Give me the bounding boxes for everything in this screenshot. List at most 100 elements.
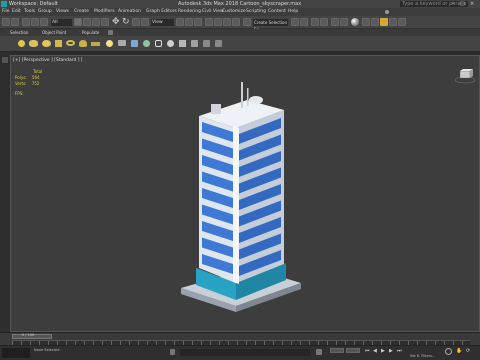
- select-by-name-icon[interactable]: [83, 18, 91, 26]
- selection-filter-dropdown[interactable]: All: [51, 19, 72, 26]
- keyboard-shortcut-icon[interactable]: [194, 18, 202, 26]
- user-account-icon[interactable]: [385, 10, 389, 14]
- menu-item[interactable]: Customize: [222, 8, 246, 16]
- material-editor-icon[interactable]: [351, 18, 359, 26]
- zoom-icon[interactable]: [445, 348, 452, 355]
- window-crossing-icon[interactable]: [101, 18, 109, 26]
- shelf-extra-icon[interactable]: [215, 40, 222, 47]
- edit-named-selection-icon[interactable]: [243, 18, 251, 26]
- curve-editor-icon[interactable]: [331, 18, 339, 26]
- undo-icon[interactable]: [2, 18, 10, 26]
- unlink-icon[interactable]: [31, 18, 39, 26]
- named-selection-dropdown[interactable]: Create Selection Se: [253, 19, 288, 32]
- rendered-frame-window-icon[interactable]: [371, 18, 379, 26]
- ribbon-tab-selection[interactable]: Selection: [10, 29, 28, 36]
- spinner-snap-icon[interactable]: [232, 18, 240, 26]
- menu-item[interactable]: Help: [288, 8, 298, 16]
- light-icon[interactable]: [106, 40, 113, 47]
- ribbon-options-icon[interactable]: [108, 30, 113, 35]
- scale-icon[interactable]: [132, 18, 140, 26]
- key-filters[interactable]: Set K. Filters...: [410, 354, 435, 358]
- sphere-icon[interactable]: [18, 40, 25, 47]
- cylinder-icon[interactable]: [29, 40, 38, 47]
- set-key-button[interactable]: [346, 348, 360, 353]
- maximize-button[interactable]: □: [460, 0, 465, 8]
- search-field[interactable]: Type a keyword or phrase: [400, 1, 469, 7]
- shape-icon[interactable]: [155, 40, 162, 47]
- viewcube-icon[interactable]: [454, 68, 476, 84]
- stats-fps-label: FPS:: [15, 91, 24, 96]
- system-icon[interactable]: [191, 40, 198, 47]
- pivot-center-icon[interactable]: [176, 18, 184, 26]
- redo-icon[interactable]: [11, 18, 19, 26]
- menu-item[interactable]: Rendering: [178, 8, 201, 16]
- menu-item[interactable]: Graph Editors: [146, 8, 177, 16]
- go-to-start-icon[interactable]: ⏮: [365, 348, 370, 354]
- spacewarp-icon[interactable]: [143, 40, 150, 47]
- placement-icon[interactable]: [141, 18, 149, 26]
- auto-key-button[interactable]: [330, 348, 344, 353]
- particle-icon[interactable]: [167, 40, 174, 47]
- play-icon[interactable]: ▶: [381, 348, 385, 354]
- angle-snap-icon[interactable]: [214, 18, 222, 26]
- menu-item[interactable]: Modifiers: [94, 8, 115, 16]
- shelf-toolbar: [0, 36, 480, 52]
- menu-item[interactable]: Scripting: [246, 8, 266, 16]
- workspace-dropdown[interactable]: Workspace: Default: [9, 0, 58, 8]
- lock-selection-icon[interactable]: [170, 349, 175, 355]
- skyscraper-model[interactable]: [181, 78, 301, 313]
- coordinate-fields[interactable]: [180, 349, 310, 356]
- select-manipulate-icon[interactable]: [185, 18, 193, 26]
- render-production-icon[interactable]: [380, 18, 388, 26]
- render-setup-icon[interactable]: [362, 18, 370, 26]
- schematic-view-icon[interactable]: [340, 18, 348, 26]
- ribbon-tab-populate[interactable]: Populate: [82, 29, 99, 36]
- cone-icon[interactable]: [79, 40, 87, 47]
- shelf-more-icon[interactable]: [203, 40, 210, 47]
- pan-icon[interactable]: ✋: [456, 348, 462, 354]
- go-to-end-icon[interactable]: ⏭: [397, 348, 402, 354]
- viewport-label[interactable]: [+] [Perspective ] [Standard ] [: [13, 58, 83, 63]
- helper-icon[interactable]: [131, 40, 138, 47]
- maxscript-listener-field[interactable]: [2, 348, 30, 358]
- render-iterative-icon[interactable]: [389, 18, 397, 26]
- reference-coordinate-dropdown[interactable]: View: [151, 19, 174, 26]
- menu-item[interactable]: Civil View: [202, 8, 224, 16]
- a360-cloud-icon[interactable]: [398, 18, 406, 26]
- perspective-viewport[interactable]: [+] [Perspective ] [Standard ] [ Total P…: [10, 55, 480, 332]
- ribbon-tab-object-paint[interactable]: Object Paint: [42, 29, 66, 36]
- percent-snap-icon[interactable]: [223, 18, 231, 26]
- minimize-button[interactable]: –: [452, 0, 455, 8]
- ribbon-toggle-icon[interactable]: [320, 18, 328, 26]
- viewport-layout-icon[interactable]: [2, 57, 8, 63]
- camera-icon[interactable]: [118, 40, 126, 46]
- bind-spacewarp-icon[interactable]: [40, 18, 48, 26]
- close-button[interactable]: ×: [470, 0, 474, 8]
- menu-item[interactable]: File: [2, 8, 10, 16]
- align-icon[interactable]: [300, 18, 308, 26]
- menu-item[interactable]: Create: [74, 8, 89, 16]
- plane-icon[interactable]: [91, 42, 100, 46]
- next-frame-icon[interactable]: ▶: [389, 348, 393, 354]
- compound-icon[interactable]: [179, 40, 186, 47]
- menu-item[interactable]: Views: [56, 8, 69, 16]
- layer-explorer-icon[interactable]: [311, 18, 319, 26]
- previous-frame-icon[interactable]: ◀: [373, 348, 377, 354]
- menu-item[interactable]: Tools: [24, 8, 35, 16]
- torus-icon[interactable]: [66, 40, 75, 46]
- menu-item[interactable]: Edit: [12, 8, 21, 16]
- box-icon[interactable]: [55, 40, 62, 47]
- mirror-icon[interactable]: [291, 18, 299, 26]
- add-time-tag-icon[interactable]: [316, 349, 322, 355]
- menu-item[interactable]: Content: [268, 8, 286, 16]
- link-icon[interactable]: [22, 18, 30, 26]
- move-icon[interactable]: ✥: [112, 17, 120, 27]
- menu-item[interactable]: Group: [38, 8, 52, 16]
- selection-region-icon[interactable]: [92, 18, 100, 26]
- menu-item[interactable]: Animation: [118, 8, 141, 16]
- teapot-icon[interactable]: [42, 40, 51, 47]
- rotate-icon[interactable]: ↻: [122, 17, 130, 27]
- snaps-toggle-icon[interactable]: [205, 18, 213, 26]
- select-object-icon[interactable]: [74, 18, 82, 26]
- orbit-icon[interactable]: ⟳: [466, 348, 470, 354]
